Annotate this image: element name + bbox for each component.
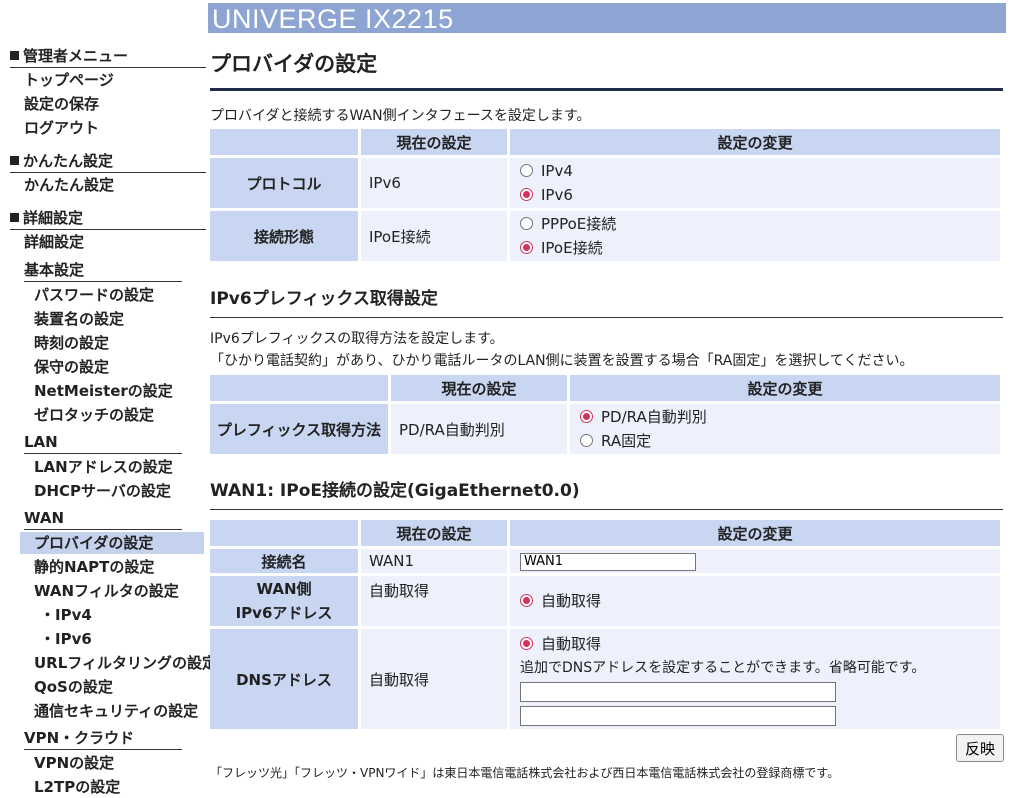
- protocol-current: IPv6: [361, 158, 507, 208]
- sidebar-item-detail-setup[interactable]: 詳細設定: [24, 231, 84, 253]
- sidebar-item-lan-address[interactable]: LANアドレスの設定: [34, 456, 173, 478]
- wan-ipv6-option-auto[interactable]: 自動取得: [520, 589, 999, 613]
- sidebar-group-wan: WAN: [24, 507, 182, 530]
- sidebar-section-admin: 管理者メニュー: [10, 46, 206, 68]
- dns-current: 自動取得: [361, 629, 507, 729]
- prefix-table: 現在の設定 設定の変更 プレフィックス取得方法 PD/RA自動判別 PD/RA自…: [207, 372, 1003, 457]
- prefix-description-1: IPv6プレフィックスの取得方法を設定します。: [210, 331, 504, 347]
- conn-option-pppoe[interactable]: PPPoE接続: [520, 212, 999, 236]
- dns-address-2-input[interactable]: [520, 706, 836, 726]
- sidebar-item-save-settings[interactable]: 設定の保存: [24, 93, 99, 115]
- sidebar-item-l2tp[interactable]: L2TPの設定: [34, 776, 120, 798]
- connection-name-cell: [510, 549, 1000, 573]
- sidebar-item-security[interactable]: 通信セキュリティの設定: [34, 700, 198, 722]
- radio-unchecked-icon[interactable]: [520, 164, 533, 177]
- square-bullet-icon: [10, 51, 19, 60]
- dns-note: 追加でDNSアドレスを設定することができます。省略可能です。: [520, 660, 926, 676]
- sidebar-section-easy: かんたん設定: [10, 151, 206, 173]
- sidebar-group-lan: LAN: [24, 431, 182, 454]
- prefix-option-ra-fixed[interactable]: RA固定: [580, 429, 999, 453]
- sidebar-item-time[interactable]: 時刻の設定: [34, 332, 109, 354]
- app-title-bar: UNIVERGE IX2215: [208, 3, 1006, 34]
- trademark-footer: 「フレッツ光」「フレッツ・VPNワイド」は東日本電信電話株式会社および西日本電信…: [210, 766, 840, 780]
- wan-ipv6-options: 自動取得: [510, 576, 1000, 626]
- radio-checked-icon[interactable]: [520, 188, 533, 201]
- radio-checked-icon[interactable]: [520, 241, 533, 254]
- prefix-option-pd-ra[interactable]: PD/RA自動判別: [580, 405, 999, 429]
- sidebar-item-password[interactable]: パスワードの設定: [34, 284, 154, 306]
- conn-option-ipoe[interactable]: IPoE接続: [520, 236, 999, 260]
- apply-button[interactable]: 反映: [956, 734, 1004, 762]
- wan1-table: 現在の設定 設定の変更 接続名 WAN1 WAN側IPv6アドレス 自動取得 自…: [207, 517, 1003, 732]
- sidebar-section-detail: 詳細設定: [10, 208, 206, 230]
- prefix-method-options: PD/RA自動判別 RA固定: [570, 404, 1000, 454]
- connection-name-current: WAN1: [361, 549, 507, 573]
- sidebar-group-basic: 基本設定: [24, 259, 182, 282]
- protocol-options: IPv4 IPv6: [510, 158, 1000, 208]
- row-label-wan-ipv6: WAN側 IPv6アドレス: [210, 576, 358, 626]
- sidebar-item-dhcp[interactable]: DHCPサーバの設定: [34, 480, 171, 502]
- row-label-connection-name: 接続名: [210, 549, 358, 573]
- sidebar-item-provider[interactable]: プロバイダの設定: [20, 532, 204, 554]
- table-header-blank: [210, 129, 358, 155]
- dns-options: 自動取得 追加でDNSアドレスを設定することができます。省略可能です。: [510, 629, 1000, 729]
- radio-checked-icon[interactable]: [580, 410, 593, 423]
- sidebar-group-vpn-cloud: VPN・クラウド: [24, 727, 182, 750]
- sidebar-item-easy-setup[interactable]: かんたん設定: [24, 174, 114, 196]
- wan1-section-title: WAN1: IPoE接続の設定(GigaEthernet0.0): [210, 476, 1003, 510]
- table-header-blank: [210, 520, 358, 546]
- sidebar-item-wan-filter-ipv6[interactable]: ・IPv6: [40, 628, 92, 650]
- square-bullet-icon: [10, 213, 19, 222]
- connection-name-input[interactable]: [520, 552, 696, 571]
- sidebar-item-qos[interactable]: QoSの設定: [34, 676, 113, 698]
- sidebar-item-static-napt[interactable]: 静的NAPTの設定: [34, 556, 154, 578]
- table-header-current: 現在の設定: [361, 129, 507, 155]
- protocol-option-ipv4[interactable]: IPv4: [520, 159, 999, 183]
- sidebar-item-top-page[interactable]: トップページ: [24, 69, 114, 91]
- sidebar-item-vpn[interactable]: VPNの設定: [34, 752, 114, 774]
- table-header-blank: [210, 375, 388, 401]
- table-header-change: 設定の変更: [570, 375, 1000, 401]
- sidebar-item-url-filter[interactable]: URLフィルタリングの設定: [34, 652, 217, 674]
- row-label-connection-type: 接続形態: [210, 211, 358, 261]
- wan-ipv6-current: 自動取得: [361, 576, 507, 626]
- table-header-change: 設定の変更: [510, 520, 1000, 546]
- sidebar-item-zero-touch[interactable]: ゼロタッチの設定: [34, 404, 154, 426]
- table-header-current: 現在の設定: [361, 520, 507, 546]
- radio-unchecked-icon[interactable]: [580, 434, 593, 447]
- row-label-dns: DNSアドレス: [210, 629, 358, 729]
- provider-table: 現在の設定 設定の変更 プロトコル IPv6 IPv4 IPv6 接続形態 IP…: [207, 126, 1003, 264]
- sidebar-item-maintenance[interactable]: 保守の設定: [34, 356, 109, 378]
- square-bullet-icon: [10, 156, 19, 165]
- sidebar-item-device-name[interactable]: 装置名の設定: [34, 308, 124, 330]
- row-label-prefix-method: プレフィックス取得方法: [210, 404, 388, 454]
- prefix-method-current: PD/RA自動判別: [391, 404, 567, 454]
- sidebar-item-wan-filter-ipv4[interactable]: ・IPv4: [40, 604, 92, 626]
- provider-description: プロバイダと接続するWAN側インタフェースを設定します。: [210, 108, 591, 124]
- sidebar-item-logout[interactable]: ログアウト: [24, 117, 99, 139]
- connection-type-options: PPPoE接続 IPoE接続: [510, 211, 1000, 261]
- page-title: プロバイダの設定: [210, 48, 1003, 91]
- dns-option-auto[interactable]: 自動取得: [520, 632, 999, 656]
- radio-unchecked-icon[interactable]: [520, 217, 533, 230]
- prefix-section-title: IPv6プレフィックス取得設定: [210, 284, 1003, 318]
- sidebar-item-netmeister[interactable]: NetMeisterの設定: [34, 380, 173, 402]
- app-title: UNIVERGE IX2215: [212, 4, 454, 34]
- radio-checked-icon[interactable]: [520, 594, 533, 607]
- row-label-protocol: プロトコル: [210, 158, 358, 208]
- dns-address-1-input[interactable]: [520, 682, 836, 702]
- protocol-option-ipv6[interactable]: IPv6: [520, 183, 999, 207]
- connection-type-current: IPoE接続: [361, 211, 507, 261]
- prefix-description-2: 「ひかり電話契約」があり、ひかり電話ルータのLAN側に装置を設置する場合「RA固…: [210, 353, 914, 369]
- radio-checked-icon[interactable]: [520, 637, 533, 650]
- sidebar-item-wan-filter[interactable]: WANフィルタの設定: [34, 580, 179, 602]
- table-header-current: 現在の設定: [391, 375, 567, 401]
- table-header-change: 設定の変更: [510, 129, 1000, 155]
